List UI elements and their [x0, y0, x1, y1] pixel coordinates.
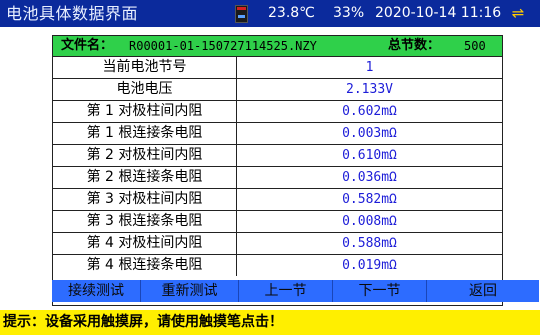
row-label: 第 4 对极柱间内阻	[53, 233, 237, 254]
datetime: 2020-10-14 11:16	[375, 5, 502, 21]
row-value: 2.133V	[346, 82, 393, 97]
hint-text: 提示：设备采用触摸屏，请使用触摸笔点击！	[3, 314, 283, 330]
row-value: 0.582mΩ	[342, 192, 397, 207]
row-label: 当前电池节号	[53, 57, 237, 78]
row-value: 0.008mΩ	[342, 214, 397, 229]
table-row: 第 4 对极柱间内阻 0.588mΩ	[53, 233, 502, 255]
battery-level: 33%	[333, 5, 365, 21]
battery-detail-table: 文件名： R00001-01-150727114525.NZY 总节数： 500…	[52, 35, 503, 306]
row-label: 第 3 对极柱间内阻	[53, 189, 237, 210]
table-row: 第 3 根连接条电阻 0.008mΩ	[53, 211, 502, 233]
next-cell-button[interactable]: 下一节	[333, 280, 427, 302]
table-row: 第 1 对极柱间内阻 0.602mΩ	[53, 101, 502, 123]
file-info-row: 文件名： R00001-01-150727114525.NZY 总节数： 500	[53, 36, 502, 57]
total-count-value: 500	[464, 39, 486, 53]
row-label: 第 3 根连接条电阻	[53, 211, 237, 232]
row-label: 第 4 根连接条电阻	[53, 255, 237, 276]
back-button[interactable]: 返回	[427, 280, 539, 302]
table-row: 第 2 根连接条电阻 0.036mΩ	[53, 167, 502, 189]
row-value: 0.602mΩ	[342, 104, 397, 119]
row-label: 电池电压	[53, 79, 237, 100]
row-value: 0.036mΩ	[342, 170, 397, 185]
table-row: 第 1 根连接条电阻 0.003mΩ	[53, 123, 502, 145]
row-value: 0.003mΩ	[342, 126, 397, 141]
screen-title: 电池具体数据界面	[6, 4, 139, 23]
sd-card-icon	[235, 5, 248, 23]
row-label: 第 2 根连接条电阻	[53, 167, 237, 188]
usb-icon: ⇌	[511, 4, 525, 22]
row-value: 0.610mΩ	[342, 148, 397, 163]
row-label: 第 2 对极柱间内阻	[53, 145, 237, 166]
row-value: 1	[365, 60, 374, 75]
title-bar: 电池具体数据界面 23.8℃ 33% 2020-10-14 11:16 ⇌	[0, 0, 540, 27]
table-row: 第 3 对极柱间内阻 0.582mΩ	[53, 189, 502, 211]
file-name-value: R00001-01-150727114525.NZY	[129, 39, 317, 53]
table-row: 第 2 对极柱间内阻 0.610mΩ	[53, 145, 502, 167]
action-button-bar: 接续测试 重新测试 上一节 下一节 返回	[52, 280, 539, 302]
continue-test-button[interactable]: 接续测试	[52, 280, 141, 302]
row-value: 0.019mΩ	[342, 258, 397, 273]
row-value: 0.588mΩ	[342, 236, 397, 251]
measurement-rows: 当前电池节号 1 电池电压 2.133V 第 1 对极柱间内阻 0.602mΩ …	[53, 57, 502, 276]
file-name-label: 文件名：	[61, 38, 114, 53]
total-count-label: 总节数：	[388, 38, 441, 53]
table-row: 当前电池节号 1	[53, 57, 502, 79]
previous-cell-button[interactable]: 上一节	[239, 280, 333, 302]
row-label: 第 1 根连接条电阻	[53, 123, 237, 144]
temperature-readout: 23.8℃	[268, 5, 315, 21]
row-label: 第 1 对极柱间内阻	[53, 101, 237, 122]
retest-button[interactable]: 重新测试	[141, 280, 239, 302]
hint-bar: 提示：设备采用触摸屏，请使用触摸笔点击！	[0, 310, 540, 335]
table-row: 电池电压 2.133V	[53, 79, 502, 101]
table-row: 第 4 根连接条电阻 0.019mΩ	[53, 255, 502, 276]
